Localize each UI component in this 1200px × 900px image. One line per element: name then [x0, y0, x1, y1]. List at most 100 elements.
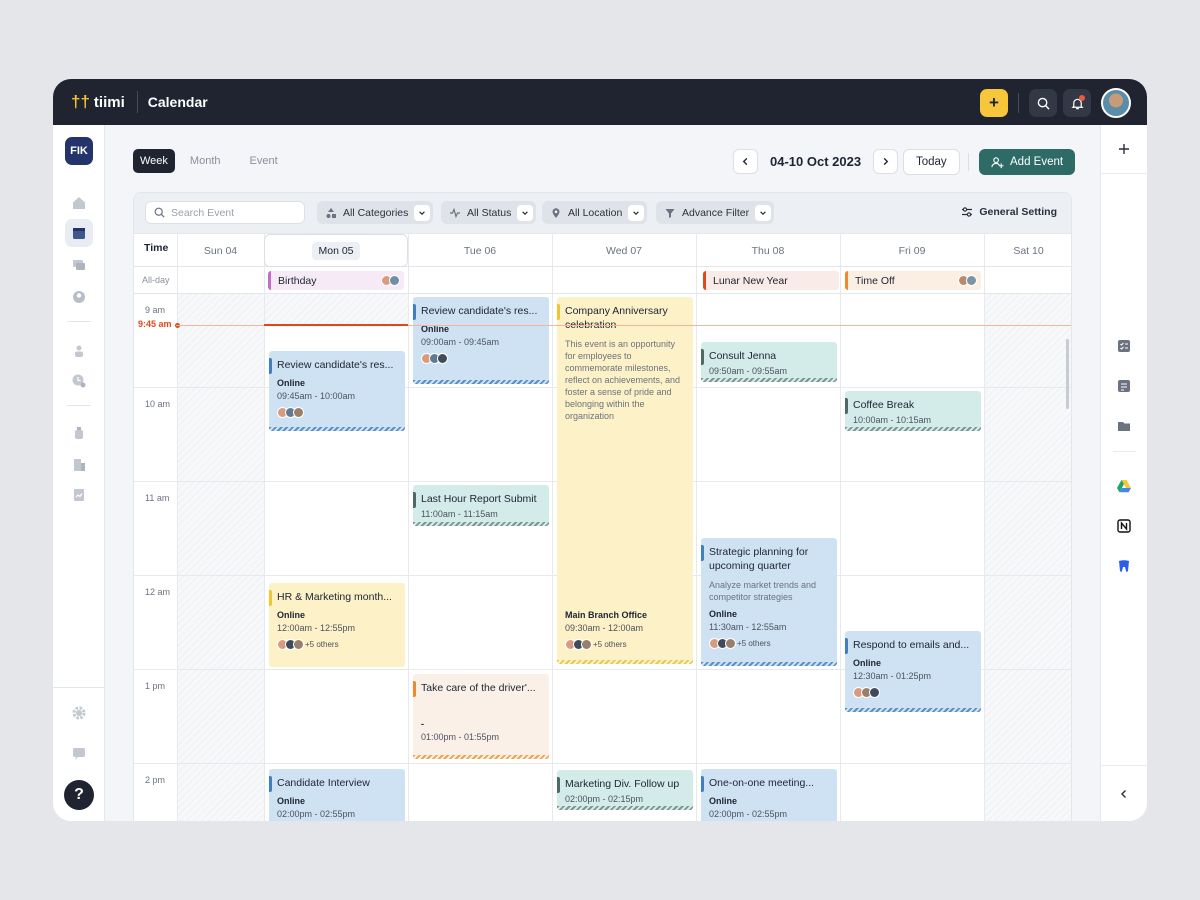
time-nav[interactable]	[65, 367, 93, 395]
event-stripe	[269, 427, 405, 431]
event-card[interactable]: Respond to emails and... Online 12:30am …	[845, 631, 981, 712]
right-sidebar	[1100, 125, 1147, 821]
support-nav[interactable]	[65, 739, 93, 767]
event-color-bar	[845, 638, 848, 654]
calendar-card: Search Event All Categories All Status A…	[133, 192, 1072, 821]
event-card[interactable]: Company Anniversary celebration This eve…	[557, 297, 693, 664]
event-card[interactable]: Last Hour Report Submit 11:00am - 11:15a…	[413, 485, 549, 526]
today-button[interactable]: Today	[903, 149, 960, 175]
tab-month[interactable]: Month	[183, 149, 228, 173]
category-filter-label: All Categories	[343, 206, 409, 219]
help-button[interactable]: ?	[64, 780, 94, 810]
day-header[interactable]: Wed 07	[552, 234, 696, 267]
top-actions: +	[974, 88, 1131, 118]
checklist-icon	[1118, 340, 1130, 352]
attendee-avatars: +5 others	[709, 638, 829, 649]
employee-nav[interactable]	[65, 337, 93, 365]
organization-nav[interactable]	[65, 451, 93, 479]
chat-nav[interactable]	[65, 251, 93, 279]
event-card[interactable]: Coffee Break 10:00am - 10:15am	[845, 391, 981, 431]
event-title: HR & Marketing month...	[277, 591, 392, 603]
previous-week-button[interactable]	[733, 149, 758, 174]
workspace-logo[interactable]: FIK	[65, 137, 93, 165]
collapse-panel-button[interactable]	[1113, 783, 1135, 805]
attendee-avatars	[421, 353, 541, 364]
calendar-app: †† tiimi Calendar + FIK ? Week Month Eve…	[53, 79, 1147, 821]
attendee-avatars	[381, 275, 400, 286]
event-description: Analyze market trends and competitor str…	[709, 580, 817, 602]
user-avatar[interactable]	[1101, 88, 1131, 118]
calendar-nav[interactable]	[65, 219, 93, 247]
tab-week[interactable]: Week	[133, 149, 175, 173]
event-card[interactable]: Take care of the driver'... - 01:00pm - …	[413, 674, 549, 759]
status-filter-label: All Status	[467, 206, 512, 219]
event-title: Respond to emails and...	[853, 639, 970, 651]
event-card[interactable]: Consult Jenna 09:50am - 09:55am	[701, 342, 837, 382]
day-header[interactable]: Sun 04	[177, 234, 264, 267]
sliders-icon	[962, 207, 973, 217]
people-nav[interactable]	[65, 283, 93, 311]
column-line	[552, 234, 553, 821]
event-time: 10:00am - 10:15am	[853, 415, 932, 425]
event-card[interactable]: One-on-one meeting... Online 02:00pm - 0…	[701, 769, 837, 821]
column-line	[984, 234, 985, 821]
event-color-bar	[557, 304, 560, 320]
tasks-button[interactable]	[1113, 335, 1135, 357]
notion-button[interactable]	[1113, 515, 1135, 537]
app-logo-icon	[1119, 560, 1129, 572]
day-header[interactable]: Fri 09	[840, 234, 984, 267]
allday-event[interactable]: Lunar New Year	[703, 271, 839, 290]
hour-label: 10 am	[145, 399, 171, 409]
event-time: 02:00pm - 02:55pm	[277, 809, 356, 819]
quick-add-button[interactable]: +	[980, 89, 1008, 117]
day-header-today[interactable]: Mon 05	[264, 234, 408, 267]
advance-filter[interactable]: Advance Filter	[656, 201, 775, 224]
event-card[interactable]: Review candidate's res... Online 09:45am…	[269, 351, 405, 431]
settings-nav[interactable]	[65, 699, 93, 727]
nav-divider	[53, 687, 105, 688]
add-widget-button[interactable]	[1113, 138, 1135, 160]
logo[interactable]: †† tiimi	[71, 92, 125, 112]
payroll-nav[interactable]	[65, 419, 93, 447]
search-input[interactable]: Search Event	[145, 201, 305, 224]
location-filter[interactable]: All Location	[542, 201, 648, 224]
search-icon	[154, 207, 165, 218]
next-week-button[interactable]	[873, 149, 899, 174]
day-header[interactable]: Sat 10	[984, 234, 1071, 267]
event-card[interactable]: Candidate Interview Online 02:00pm - 02:…	[269, 769, 405, 821]
event-color-bar	[269, 776, 272, 792]
notes-button[interactable]	[1113, 375, 1135, 397]
status-filter[interactable]: All Status	[441, 201, 537, 224]
event-title: Take care of the driver'...	[421, 682, 536, 694]
tab-event[interactable]: Event	[243, 149, 285, 173]
event-title: Company Anniversary celebration	[565, 305, 668, 331]
event-card[interactable]: Marketing Div. Follow up 02:00pm - 02:15…	[557, 770, 693, 810]
google-drive-button[interactable]	[1113, 475, 1135, 497]
google-drive-icon	[1117, 480, 1131, 493]
add-event-button[interactable]: Add Event	[979, 149, 1076, 175]
general-setting-button[interactable]: General Setting	[961, 206, 1057, 218]
day-header[interactable]: Thu 08	[696, 234, 840, 267]
event-stripe	[413, 755, 549, 759]
event-card[interactable]: HR & Marketing month... Online 12:00am -…	[269, 583, 405, 667]
allday-event[interactable]: Birthday	[268, 271, 404, 290]
notifications-button[interactable]	[1063, 89, 1091, 117]
home-nav[interactable]	[65, 189, 93, 217]
day-header[interactable]: Tue 06	[408, 234, 552, 267]
event-color-bar	[413, 492, 416, 508]
search-button[interactable]	[1029, 89, 1057, 117]
reports-nav[interactable]	[65, 481, 93, 509]
files-button[interactable]	[1113, 415, 1135, 437]
event-card[interactable]: Review candidate's res... Online 09:00am…	[413, 297, 549, 384]
category-filter[interactable]: All Categories	[317, 201, 434, 224]
allday-event[interactable]: Time Off	[845, 271, 981, 290]
scrollbar[interactable]	[1066, 339, 1069, 409]
event-location: Online	[277, 796, 306, 806]
brand-name: tiimi	[93, 93, 125, 111]
avatar	[581, 639, 592, 650]
day-label: Thu 08	[751, 244, 785, 257]
day-label: Mon 05	[312, 241, 360, 260]
building-icon	[74, 459, 85, 471]
app-integration-button[interactable]	[1113, 555, 1135, 577]
event-card[interactable]: Strategic planning for upcoming quarter …	[701, 538, 837, 666]
